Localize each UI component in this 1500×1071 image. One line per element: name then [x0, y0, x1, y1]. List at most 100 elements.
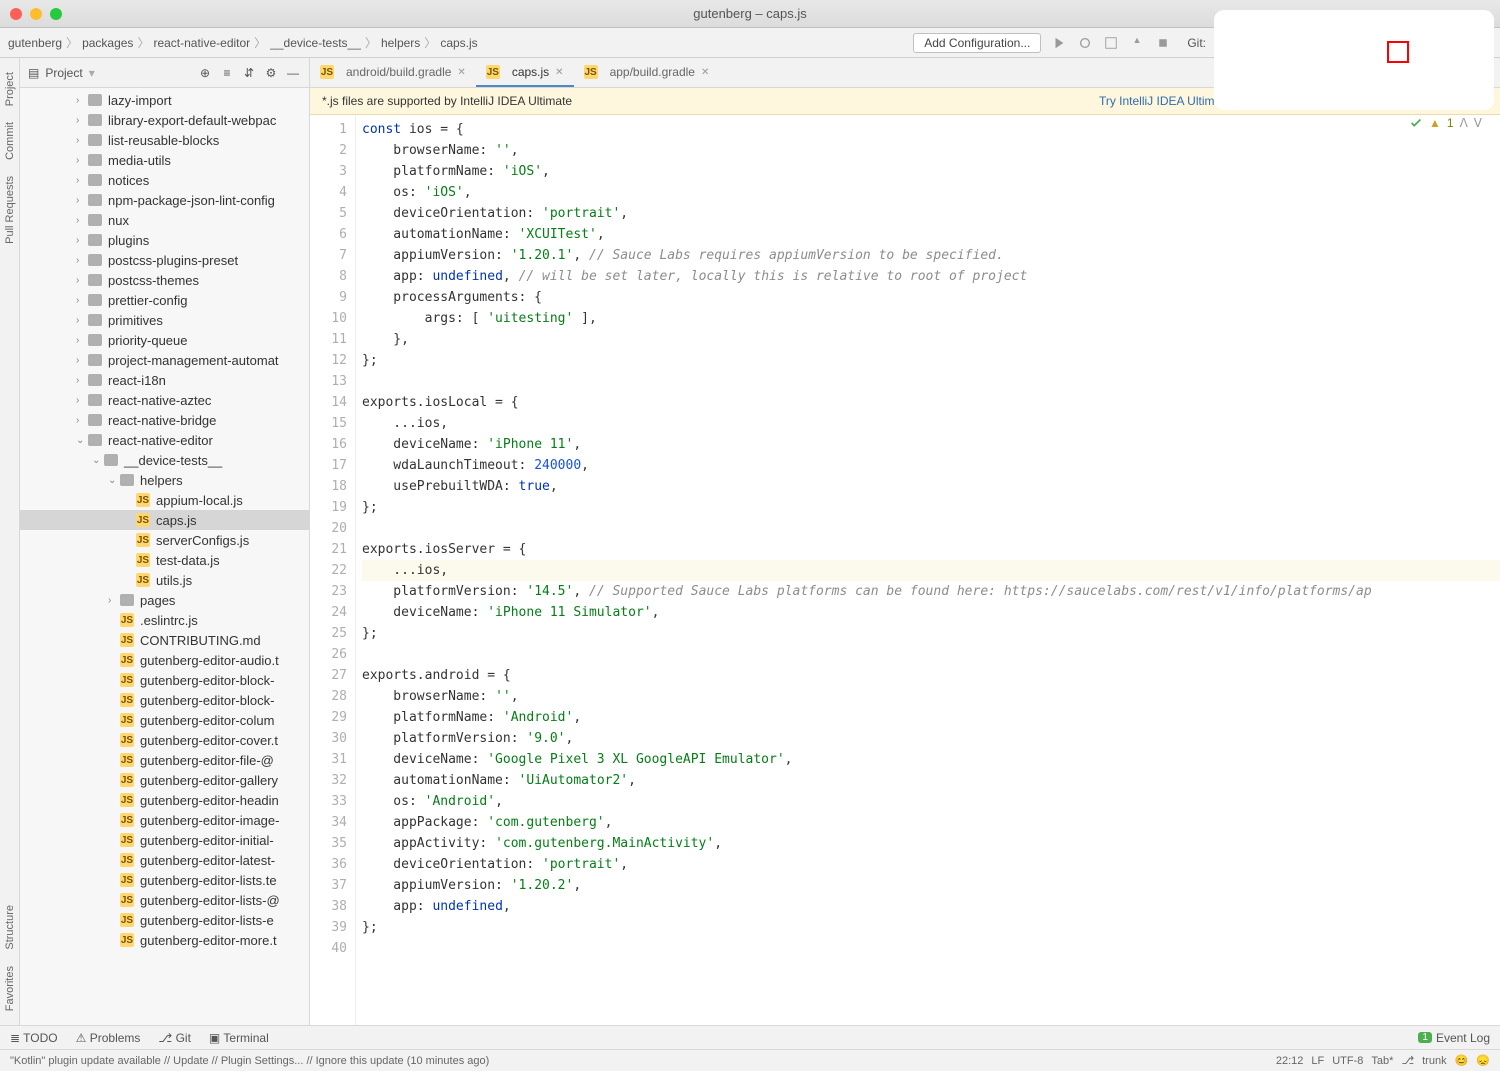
tree-item[interactable]: JSappium-local.js — [20, 490, 309, 510]
tool-pr[interactable]: Pull Requests — [4, 168, 16, 252]
tool-commit[interactable]: Commit — [4, 114, 16, 168]
dropdown-icon[interactable]: ▾ — [89, 66, 95, 80]
tree-item[interactable]: ⌄react-native-editor — [20, 430, 309, 450]
tree-item[interactable]: JSgutenberg-editor-file-@ — [20, 750, 309, 770]
tree-item[interactable]: ›priority-queue — [20, 330, 309, 350]
inspection-badge[interactable]: ▲ 1 ᐱ ᐯ — [1409, 116, 1482, 130]
breadcrumb[interactable]: gutenberg〉packages〉react-native-editor〉_… — [8, 34, 478, 51]
tree-item[interactable]: JStest-data.js — [20, 550, 309, 570]
tree-item[interactable]: ⌄__device-tests__ — [20, 450, 309, 470]
tree-item[interactable]: JSgutenberg-editor-lists-@ — [20, 890, 309, 910]
tree-item[interactable]: JSgutenberg-editor-cover.t — [20, 730, 309, 750]
tool-favorites[interactable]: Favorites — [4, 958, 16, 1019]
tree-item[interactable]: ›prettier-config — [20, 290, 309, 310]
tree-item[interactable]: ›media-utils — [20, 150, 309, 170]
encoding[interactable]: UTF-8 — [1332, 1055, 1363, 1067]
editor-tab[interactable]: JScaps.js✕ — [476, 59, 574, 87]
tool-terminal[interactable]: ▣ Terminal — [209, 1031, 269, 1045]
warning-icon: ▲ — [1429, 116, 1441, 130]
close-tab-icon[interactable]: ✕ — [701, 67, 709, 78]
tree-item[interactable]: JSgutenberg-editor-more.t — [20, 930, 309, 950]
collapse-icon[interactable]: ⇵ — [241, 65, 257, 81]
breadcrumb-item[interactable]: __device-tests__ — [270, 36, 361, 50]
js-file-icon: JS — [136, 573, 150, 587]
stop-icon[interactable] — [1155, 35, 1171, 51]
breadcrumb-item[interactable]: react-native-editor — [153, 36, 250, 50]
tree-item[interactable]: ›nux — [20, 210, 309, 230]
tree-item[interactable]: ›notices — [20, 170, 309, 190]
line-sep[interactable]: LF — [1311, 1055, 1324, 1067]
chevron-up-icon[interactable]: ᐱ — [1460, 116, 1468, 130]
tree-item[interactable]: ›library-export-default-webpac — [20, 110, 309, 130]
tree-item[interactable]: ›postcss-plugins-preset — [20, 250, 309, 270]
tree-item[interactable]: JSserverConfigs.js — [20, 530, 309, 550]
add-configuration-button[interactable]: Add Configuration... — [913, 33, 1041, 53]
tree-item[interactable]: ›npm-package-json-lint-config — [20, 190, 309, 210]
tool-problems[interactable]: ⚠ Problems — [76, 1031, 141, 1045]
tree-item[interactable]: ›react-i18n — [20, 370, 309, 390]
gear-icon[interactable]: ⚙ — [263, 65, 279, 81]
tree-item[interactable]: JSgutenberg-editor-image- — [20, 810, 309, 830]
tree-item[interactable]: JSgutenberg-editor-gallery — [20, 770, 309, 790]
editor-tab[interactable]: JSandroid/build.gradle✕ — [310, 59, 476, 87]
breadcrumb-item[interactable]: gutenberg — [8, 36, 62, 50]
indent[interactable]: Tab* — [1371, 1055, 1393, 1067]
face-happy-icon[interactable]: 😊 — [1455, 1054, 1469, 1067]
tree-item[interactable]: JSgutenberg-editor-lists.te — [20, 870, 309, 890]
banner-try[interactable]: Try IntelliJ IDEA Ultimate — [1099, 94, 1231, 108]
breadcrumb-item[interactable]: caps.js — [440, 36, 477, 50]
tree-item[interactable]: JSgutenberg-editor-headin — [20, 790, 309, 810]
tree-item[interactable]: JScaps.js — [20, 510, 309, 530]
coverage-icon[interactable] — [1103, 35, 1119, 51]
code-editor[interactable]: 1234567891011121314151617181920212223242… — [310, 115, 1500, 1025]
breadcrumb-item[interactable]: helpers — [381, 36, 420, 50]
check-icon — [1409, 116, 1423, 130]
tree-item[interactable]: JSCONTRIBUTING.md — [20, 630, 309, 650]
face-sad-icon[interactable]: 😞 — [1476, 1054, 1490, 1067]
tree-item[interactable]: ›lazy-import — [20, 90, 309, 110]
hide-icon[interactable]: — — [285, 65, 301, 81]
tree-item[interactable]: JSgutenberg-editor-lists-e — [20, 910, 309, 930]
code-content[interactable]: const ios = { browserName: '', platformN… — [356, 115, 1500, 1025]
editor-tab[interactable]: JSapp/build.gradle✕ — [574, 59, 720, 87]
tree-item[interactable]: JSgutenberg-editor-block- — [20, 670, 309, 690]
profile-icon[interactable] — [1129, 35, 1145, 51]
tree-item[interactable]: JSgutenberg-editor-initial- — [20, 830, 309, 850]
tree-item[interactable]: ›plugins — [20, 230, 309, 250]
zoom-window[interactable] — [50, 8, 62, 20]
tree-item[interactable]: JSgutenberg-editor-latest- — [20, 850, 309, 870]
tree-item[interactable]: ›primitives — [20, 310, 309, 330]
tool-project[interactable]: Project — [4, 64, 16, 114]
tree-item[interactable]: ›react-native-aztec — [20, 390, 309, 410]
tree-item[interactable]: JSutils.js — [20, 570, 309, 590]
tree-item[interactable]: ›list-reusable-blocks — [20, 130, 309, 150]
tree-item[interactable]: ›project-management-automat — [20, 350, 309, 370]
folder-icon — [120, 594, 134, 606]
tree-item[interactable]: JSgutenberg-editor-colum — [20, 710, 309, 730]
tree-item[interactable]: JSgutenberg-editor-audio.t — [20, 650, 309, 670]
debug-icon[interactable] — [1077, 35, 1093, 51]
run-icon[interactable] — [1051, 35, 1067, 51]
chevron-down-icon[interactable]: ᐯ — [1474, 116, 1482, 130]
status-msg[interactable]: "Kotlin" plugin update available // Upda… — [10, 1055, 489, 1067]
close-window[interactable] — [10, 8, 22, 20]
tool-todo[interactable]: ≣ TODO — [10, 1031, 58, 1045]
caret-pos[interactable]: 22:12 — [1276, 1055, 1304, 1067]
tool-git[interactable]: ⎇ Git — [158, 1031, 191, 1045]
tool-structure[interactable]: Structure — [4, 897, 16, 958]
tree-item[interactable]: ›pages — [20, 590, 309, 610]
close-tab-icon[interactable]: ✕ — [457, 67, 465, 78]
tree-item[interactable]: ›react-native-bridge — [20, 410, 309, 430]
git-branch[interactable]: trunk — [1422, 1055, 1446, 1067]
tree-item[interactable]: JSgutenberg-editor-block- — [20, 690, 309, 710]
event-log[interactable]: 1 Event Log — [1418, 1031, 1490, 1045]
tree-item[interactable]: JS.eslintrc.js — [20, 610, 309, 630]
tree-item[interactable]: ⌄helpers — [20, 470, 309, 490]
project-tree[interactable]: ›lazy-import›library-export-default-webp… — [20, 88, 309, 1025]
tree-item[interactable]: ›postcss-themes — [20, 270, 309, 290]
breadcrumb-item[interactable]: packages — [82, 36, 133, 50]
expand-icon[interactable]: ≡ — [219, 65, 235, 81]
minimize-window[interactable] — [30, 8, 42, 20]
locate-icon[interactable]: ⊕ — [197, 65, 213, 81]
close-tab-icon[interactable]: ✕ — [555, 67, 563, 78]
